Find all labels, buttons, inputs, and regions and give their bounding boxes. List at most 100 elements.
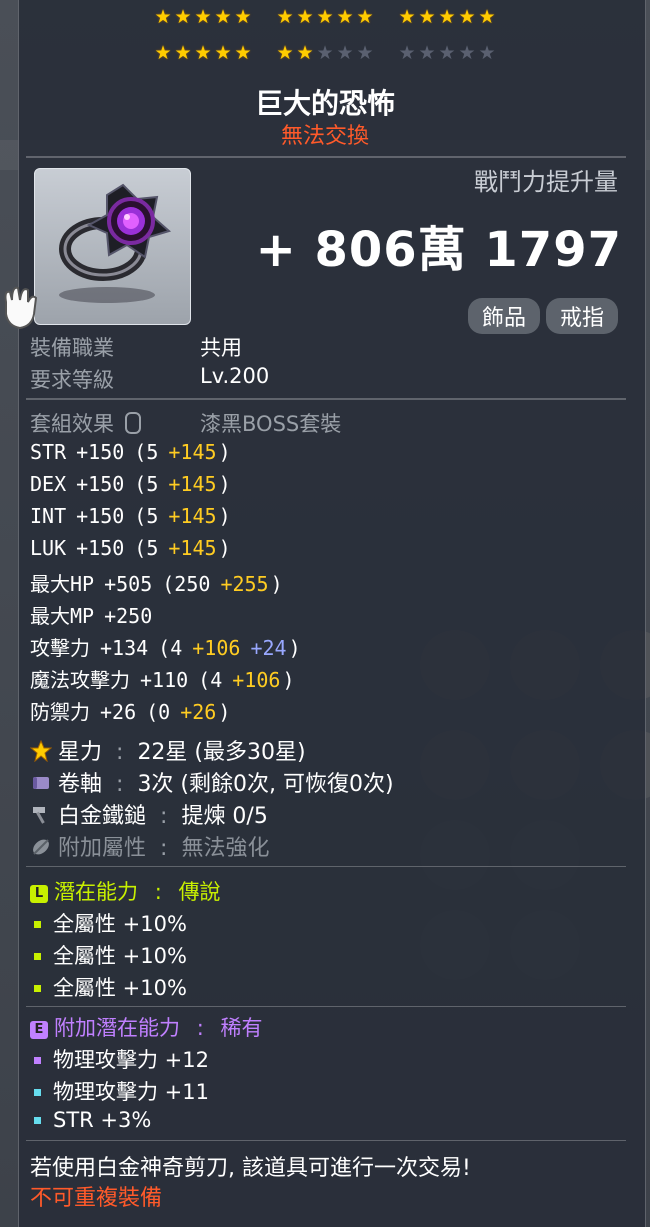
item-tags: 飾品 戒指: [467, 298, 618, 334]
star-filled-icon: ★: [174, 6, 192, 28]
potential-line-text: 全屬性 +10%: [53, 976, 187, 1000]
bullet-icon: [34, 1089, 41, 1096]
star-filled-icon: ★: [478, 6, 496, 28]
stat-base: (5: [134, 536, 159, 560]
enhancement-label: 白金鐵鎚: [58, 804, 147, 829]
enhancement-row: 星力:22星 (最多30星): [30, 734, 306, 766]
star-filled-icon: ★: [296, 42, 314, 64]
stat-name: DEX: [30, 472, 67, 496]
stat-base: (4: [158, 636, 183, 660]
set-effect-value: 漆黑BOSS套裝: [200, 412, 342, 436]
star-filled-icon: ★: [418, 6, 436, 28]
stat-base: (5: [134, 440, 159, 464]
bullet-icon: [34, 953, 41, 960]
additional-potential-label: 附加潛在能力: [54, 1016, 180, 1040]
additional-potential-line-text: STR +3%: [53, 1108, 152, 1132]
star-filled-icon: ★: [438, 6, 456, 28]
star-group: ★ ★ ★ ★ ★: [398, 6, 496, 28]
requirement-level-value: Lv.200: [200, 364, 270, 388]
star-filled-icon: ★: [336, 6, 354, 28]
stat-name: 防禦力: [30, 700, 90, 724]
stat-name: LUK: [30, 536, 67, 560]
combat-power-label: 戰鬥力提升量: [474, 168, 618, 196]
potential-grade: 傳說: [178, 880, 221, 904]
cursor-glove-icon: [0, 282, 44, 332]
stat-row: LUK +150 (5 +145): [30, 536, 231, 560]
item-icon-box: [34, 168, 191, 325]
stat-name: INT: [30, 504, 67, 528]
star-empty-icon: ★: [316, 42, 334, 64]
star-filled-icon: ★: [154, 42, 172, 64]
dark-ring-icon: [59, 183, 172, 303]
divider: [26, 1006, 626, 1007]
enhancement-value: 22星 (最多30星): [137, 740, 306, 765]
stat-row: DEX +150 (5 +145): [30, 472, 231, 496]
star-icon: [30, 740, 58, 765]
stat-paren: ): [218, 536, 231, 560]
stat-row: 攻擊力 +134 (4 +106 +24): [30, 632, 301, 661]
potential-header: L 潛在能力 : 傳說: [30, 876, 220, 906]
stat-base: (4: [198, 668, 223, 692]
stat-bonus-flame: +145: [168, 504, 217, 528]
star-force-row-1: ★ ★ ★ ★ ★ ★ ★ ★ ★ ★ ★ ★ ★ ★ ★: [0, 6, 650, 28]
star-group: ★ ★ ★ ★ ★: [276, 6, 374, 28]
requirement-job-label: 裝備職業: [30, 336, 114, 360]
scissors-note: 若使用白金神奇剪刀, 該道具可進行一次交易!: [30, 1156, 471, 1181]
star-empty-icon: ★: [458, 42, 476, 64]
stat-total: +134: [100, 636, 149, 660]
stat-bonus-flame: +145: [168, 536, 217, 560]
additional-potential-line: 物理攻擊力 +12: [30, 1044, 209, 1074]
enhancement-row: 附加屬性: 無法強化: [30, 830, 269, 862]
stat-total: +110: [140, 668, 189, 692]
stat-paren: ): [218, 472, 231, 496]
additional-potential-separator: :: [196, 1016, 204, 1040]
stat-total: +150: [76, 472, 125, 496]
stat-base: (5: [134, 504, 159, 528]
stat-paren: ): [282, 668, 295, 692]
star-empty-icon: ★: [418, 42, 436, 64]
tag-type: 戒指: [545, 298, 618, 334]
enhancement-separator: :: [160, 836, 168, 861]
star-empty-icon: ★: [336, 42, 354, 64]
stat-base: (0: [146, 700, 171, 724]
stat-bonus-flame: +255: [220, 572, 269, 596]
epic-badge-icon: E: [30, 1021, 48, 1039]
enhancement-row: 白金鐵鎚: 提煉 0/5: [30, 798, 268, 830]
stat-row: 最大MP +250: [30, 600, 162, 629]
bullet-icon: [34, 1117, 41, 1124]
stat-paren: ): [218, 440, 231, 464]
stat-base: (5: [134, 472, 159, 496]
additional-potential-header: E 附加潛在能力 : 稀有: [30, 1012, 262, 1042]
star-filled-icon: ★: [174, 42, 192, 64]
divider: [26, 1140, 626, 1141]
stat-name: STR: [30, 440, 67, 464]
combat-power-value: + 806萬 1797: [255, 222, 622, 278]
enhancement-value: 3次 (剩餘0次, 可恢復0次): [137, 772, 394, 797]
stat-name: 攻擊力: [30, 636, 90, 660]
divider: [26, 866, 626, 867]
hammer-icon: [30, 804, 58, 829]
stat-row: 防禦力 +26 (0 +26): [30, 696, 230, 725]
enhancement-value: 無法強化: [181, 836, 270, 861]
stat-paren: ): [218, 700, 231, 724]
stat-name: 最大MP: [30, 604, 95, 628]
star-filled-icon: ★: [458, 6, 476, 28]
divider: [26, 398, 626, 400]
leaf-icon: [30, 836, 58, 861]
set-effect[interactable]: 套組效果 漆黑BOSS套裝: [30, 408, 341, 438]
stat-bonus-flame: +106: [232, 668, 281, 692]
requirement-job-value: 共用: [200, 336, 242, 360]
potential-line-text: 全屬性 +10%: [53, 944, 187, 968]
tag-category: 飾品: [467, 298, 540, 334]
stat-total: +26: [100, 700, 137, 724]
star-filled-icon: ★: [276, 6, 294, 28]
stat-row: STR +150 (5 +145): [30, 440, 231, 464]
star-group: ★ ★ ★ ★ ★: [398, 42, 496, 64]
star-filled-icon: ★: [194, 42, 212, 64]
stat-name: 魔法攻擊力: [30, 668, 130, 692]
star-empty-icon: ★: [438, 42, 456, 64]
star-filled-icon: ★: [214, 6, 232, 28]
stat-name: 最大HP: [30, 572, 95, 596]
scroll-icon: [30, 772, 58, 797]
requirement-job: 裝備職業 共用: [30, 332, 242, 362]
